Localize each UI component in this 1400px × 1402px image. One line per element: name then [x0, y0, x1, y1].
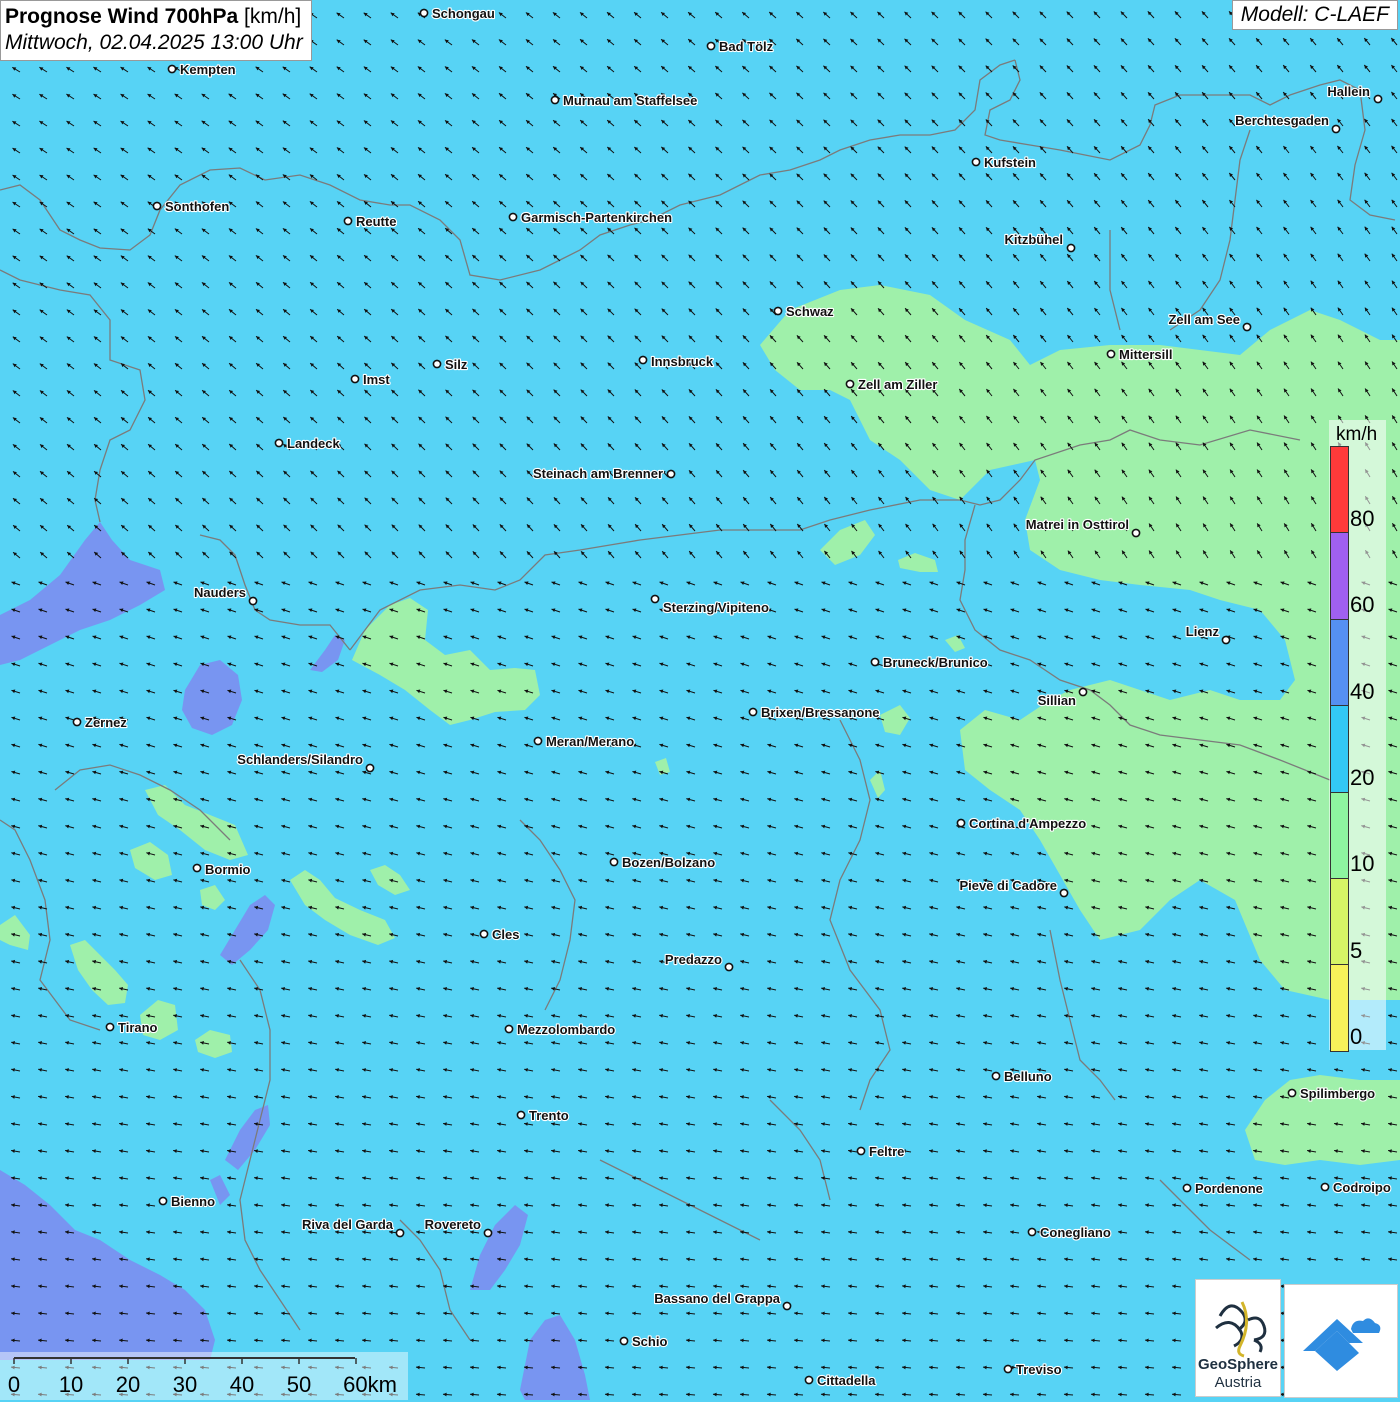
wind-map: SchongauKemptenBad TölzMurnau am Staffel…	[0, 0, 1400, 1400]
